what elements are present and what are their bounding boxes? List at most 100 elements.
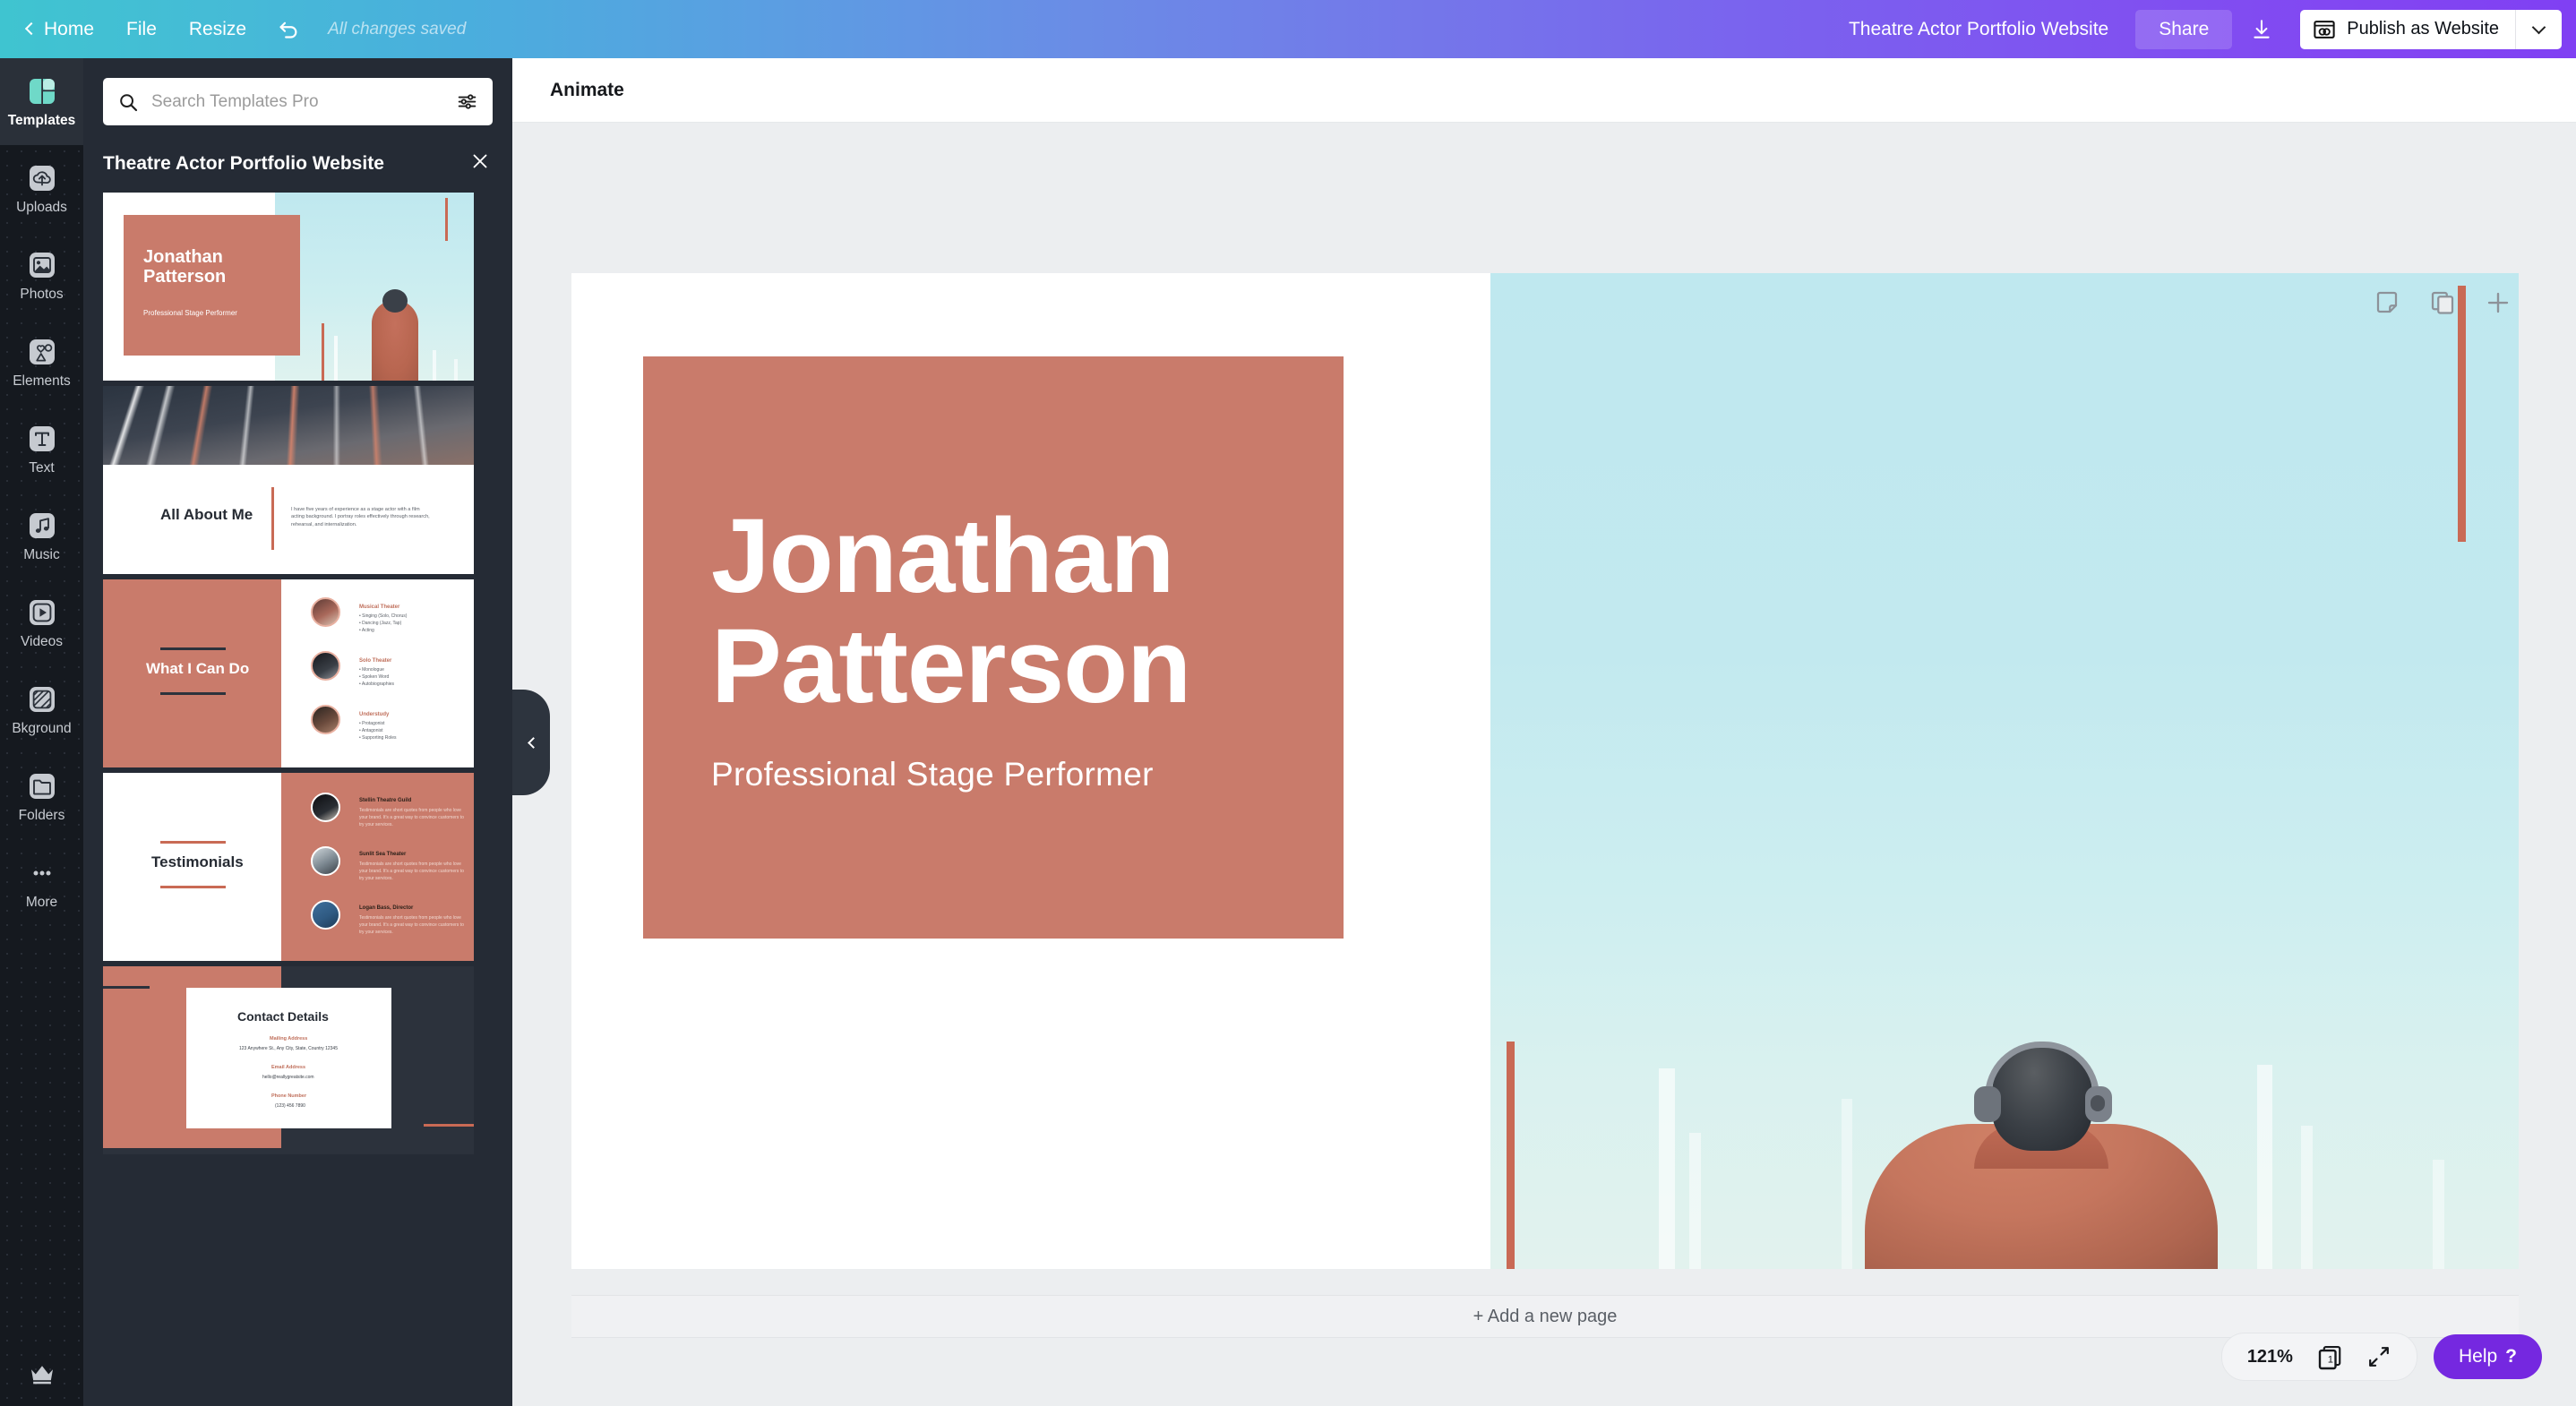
sidebar-label-text: Text <box>29 459 55 476</box>
panel-title: Theatre Actor Portfolio Website <box>103 152 384 174</box>
page-count-button[interactable]: 1 <box>2316 1343 2343 1370</box>
left-tool-rail: Templates Uploads Photos Elements Text M… <box>0 58 83 1406</box>
design-canvas-page[interactable]: Jonathan Patterson Professional Stage Pe… <box>571 273 2519 1269</box>
search-input[interactable] <box>151 91 443 112</box>
sidebar-label-music: Music <box>23 546 60 562</box>
sidebar-item-elements[interactable]: Elements <box>0 319 83 406</box>
page-notes-button[interactable] <box>2374 289 2400 316</box>
page-note-icon <box>2376 291 2398 313</box>
top-bar-left-group: Home File Resize All changes saved <box>0 10 466 48</box>
add-page-icon-button[interactable] <box>2485 289 2512 316</box>
search-bar <box>103 78 493 125</box>
music-note-icon <box>29 512 55 538</box>
pages-stack-icon: 1 <box>2318 1345 2341 1370</box>
publish-dropdown-button[interactable] <box>2515 9 2562 49</box>
fullscreen-button[interactable] <box>2366 1344 2391 1369</box>
sidebar-label-templates: Templates <box>7 112 76 128</box>
sidebar-label-photos: Photos <box>20 286 64 302</box>
download-button[interactable] <box>2232 9 2291 50</box>
hatch-pattern-icon <box>29 686 55 712</box>
crown-icon <box>30 1366 53 1385</box>
zoom-controls: 121% 1 <box>2220 1333 2417 1381</box>
help-question-mark: ? <box>2505 1346 2517 1367</box>
animate-button[interactable]: Animate <box>539 73 635 108</box>
top-bar-right-group: Theatre Actor Portfolio Website Share Pu… <box>1829 9 2576 50</box>
canvas-name-line-2: Patterson <box>711 607 1191 725</box>
search-icon <box>120 93 138 111</box>
sidebar-item-videos[interactable]: Videos <box>0 579 83 666</box>
publish-control-group: Publish as Website <box>2300 9 2562 49</box>
folder-icon <box>29 773 55 799</box>
sidebar-item-templates[interactable]: Templates <box>0 58 83 145</box>
shapes-icon <box>29 339 55 364</box>
duplicate-page-icon <box>2431 291 2454 314</box>
cloud-upload-icon <box>29 165 55 191</box>
text-t-icon <box>29 425 55 451</box>
upgrade-crown-button[interactable] <box>0 1359 83 1388</box>
resize-button[interactable]: Resize <box>173 12 262 47</box>
template-thumbnail-skills[interactable]: What I Can Do Musical Theater • Singing … <box>103 579 474 767</box>
accent-line-bottom-left <box>1507 1042 1515 1269</box>
accent-line-right <box>2458 286 2466 542</box>
share-button[interactable]: Share <box>2135 9 2233 49</box>
canvas-photo <box>1490 273 2519 1269</box>
templates-panel: Theatre Actor Portfolio Website Jonathan… <box>83 58 512 1406</box>
document-title[interactable]: Theatre Actor Portfolio Website <box>1829 12 2128 47</box>
help-label: Help <box>2458 1346 2498 1367</box>
panel-header: Theatre Actor Portfolio Website <box>83 125 512 193</box>
canvas-name-line-1: Jonathan <box>711 497 1175 616</box>
close-x-icon <box>473 154 487 168</box>
plus-icon <box>2487 292 2509 313</box>
sidebar-item-photos[interactable]: Photos <box>0 232 83 319</box>
editor-area: Animate Jonathan Patterson Professional … <box>512 58 2576 1406</box>
page-tools-group <box>2374 289 2512 316</box>
editor-toolbar: Animate <box>512 58 2576 123</box>
sidebar-item-more[interactable]: More <box>0 840 83 927</box>
photo-icon <box>29 252 55 278</box>
sidebar-item-bkground[interactable]: Bkground <box>0 666 83 753</box>
sidebar-label-videos: Bkground <box>12 720 72 736</box>
svg-text:1: 1 <box>2328 1354 2333 1365</box>
video-play-icon <box>29 599 55 625</box>
panel-close-button[interactable] <box>468 147 493 180</box>
download-icon <box>2254 19 2270 39</box>
chevron-down-icon <box>2531 20 2546 34</box>
template-thumbnail-testimonials[interactable]: Testimonials Stellin Theatre Guild Testi… <box>103 773 474 961</box>
chevron-left-icon <box>527 736 539 749</box>
canvas-title-block[interactable]: Jonathan Patterson Professional Stage Pe… <box>643 356 1344 939</box>
sidebar-label-elements: Elements <box>13 373 71 389</box>
top-bar: Home File Resize All changes saved Theat… <box>0 0 2576 58</box>
publish-label: Publish as Website <box>2347 19 2499 39</box>
publish-as-website-button[interactable]: Publish as Website <box>2300 10 2515 49</box>
zoom-level-label[interactable]: 121% <box>2247 1347 2293 1367</box>
panel-collapse-handle[interactable] <box>512 690 550 795</box>
status-bar: 121% 1 Help ? <box>2220 1333 2542 1381</box>
chevron-left-icon <box>24 21 39 36</box>
sidebar-item-folders[interactable]: Folders <box>0 753 83 840</box>
home-label: Home <box>44 18 95 39</box>
template-thumbnail-contact[interactable]: Contact Details Mailing Address 123 Anyw… <box>103 966 474 1154</box>
duplicate-page-button[interactable] <box>2429 289 2456 316</box>
sidebar-label-more: More <box>25 894 58 910</box>
home-button[interactable]: Home <box>18 12 110 47</box>
browser-window-icon <box>2314 20 2335 39</box>
sliders-filter-icon[interactable] <box>456 90 478 113</box>
sidebar-label-folders: Folders <box>18 807 65 823</box>
help-button[interactable]: Help ? <box>2433 1334 2542 1379</box>
sidebar-item-music[interactable]: Music <box>0 493 83 579</box>
save-status-text: All changes saved <box>328 19 467 39</box>
sidebar-label-uploads: Uploads <box>16 199 67 215</box>
sidebar-item-text[interactable]: Text <box>0 406 83 493</box>
template-thumbnail-about[interactable]: All About Me I have five years of experi… <box>103 386 474 574</box>
canvas-role-text: Professional Stage Performer <box>711 755 1154 793</box>
undo-icon <box>279 21 297 39</box>
sidebar-label-bkground: Videos <box>20 633 64 649</box>
expand-arrows-icon <box>2369 1347 2389 1367</box>
templates-icon <box>29 78 55 104</box>
sidebar-item-uploads[interactable]: Uploads <box>0 145 83 232</box>
file-menu-button[interactable]: File <box>110 12 173 47</box>
template-thumbnail-list: Jonathan Patterson Professional Stage Per… <box>83 193 512 1154</box>
template-thumbnail-title[interactable]: Jonathan Patterson Professional Stage Per… <box>103 193 474 381</box>
add-new-page-button[interactable]: + Add a new page <box>571 1295 2519 1338</box>
undo-button[interactable] <box>262 10 315 48</box>
